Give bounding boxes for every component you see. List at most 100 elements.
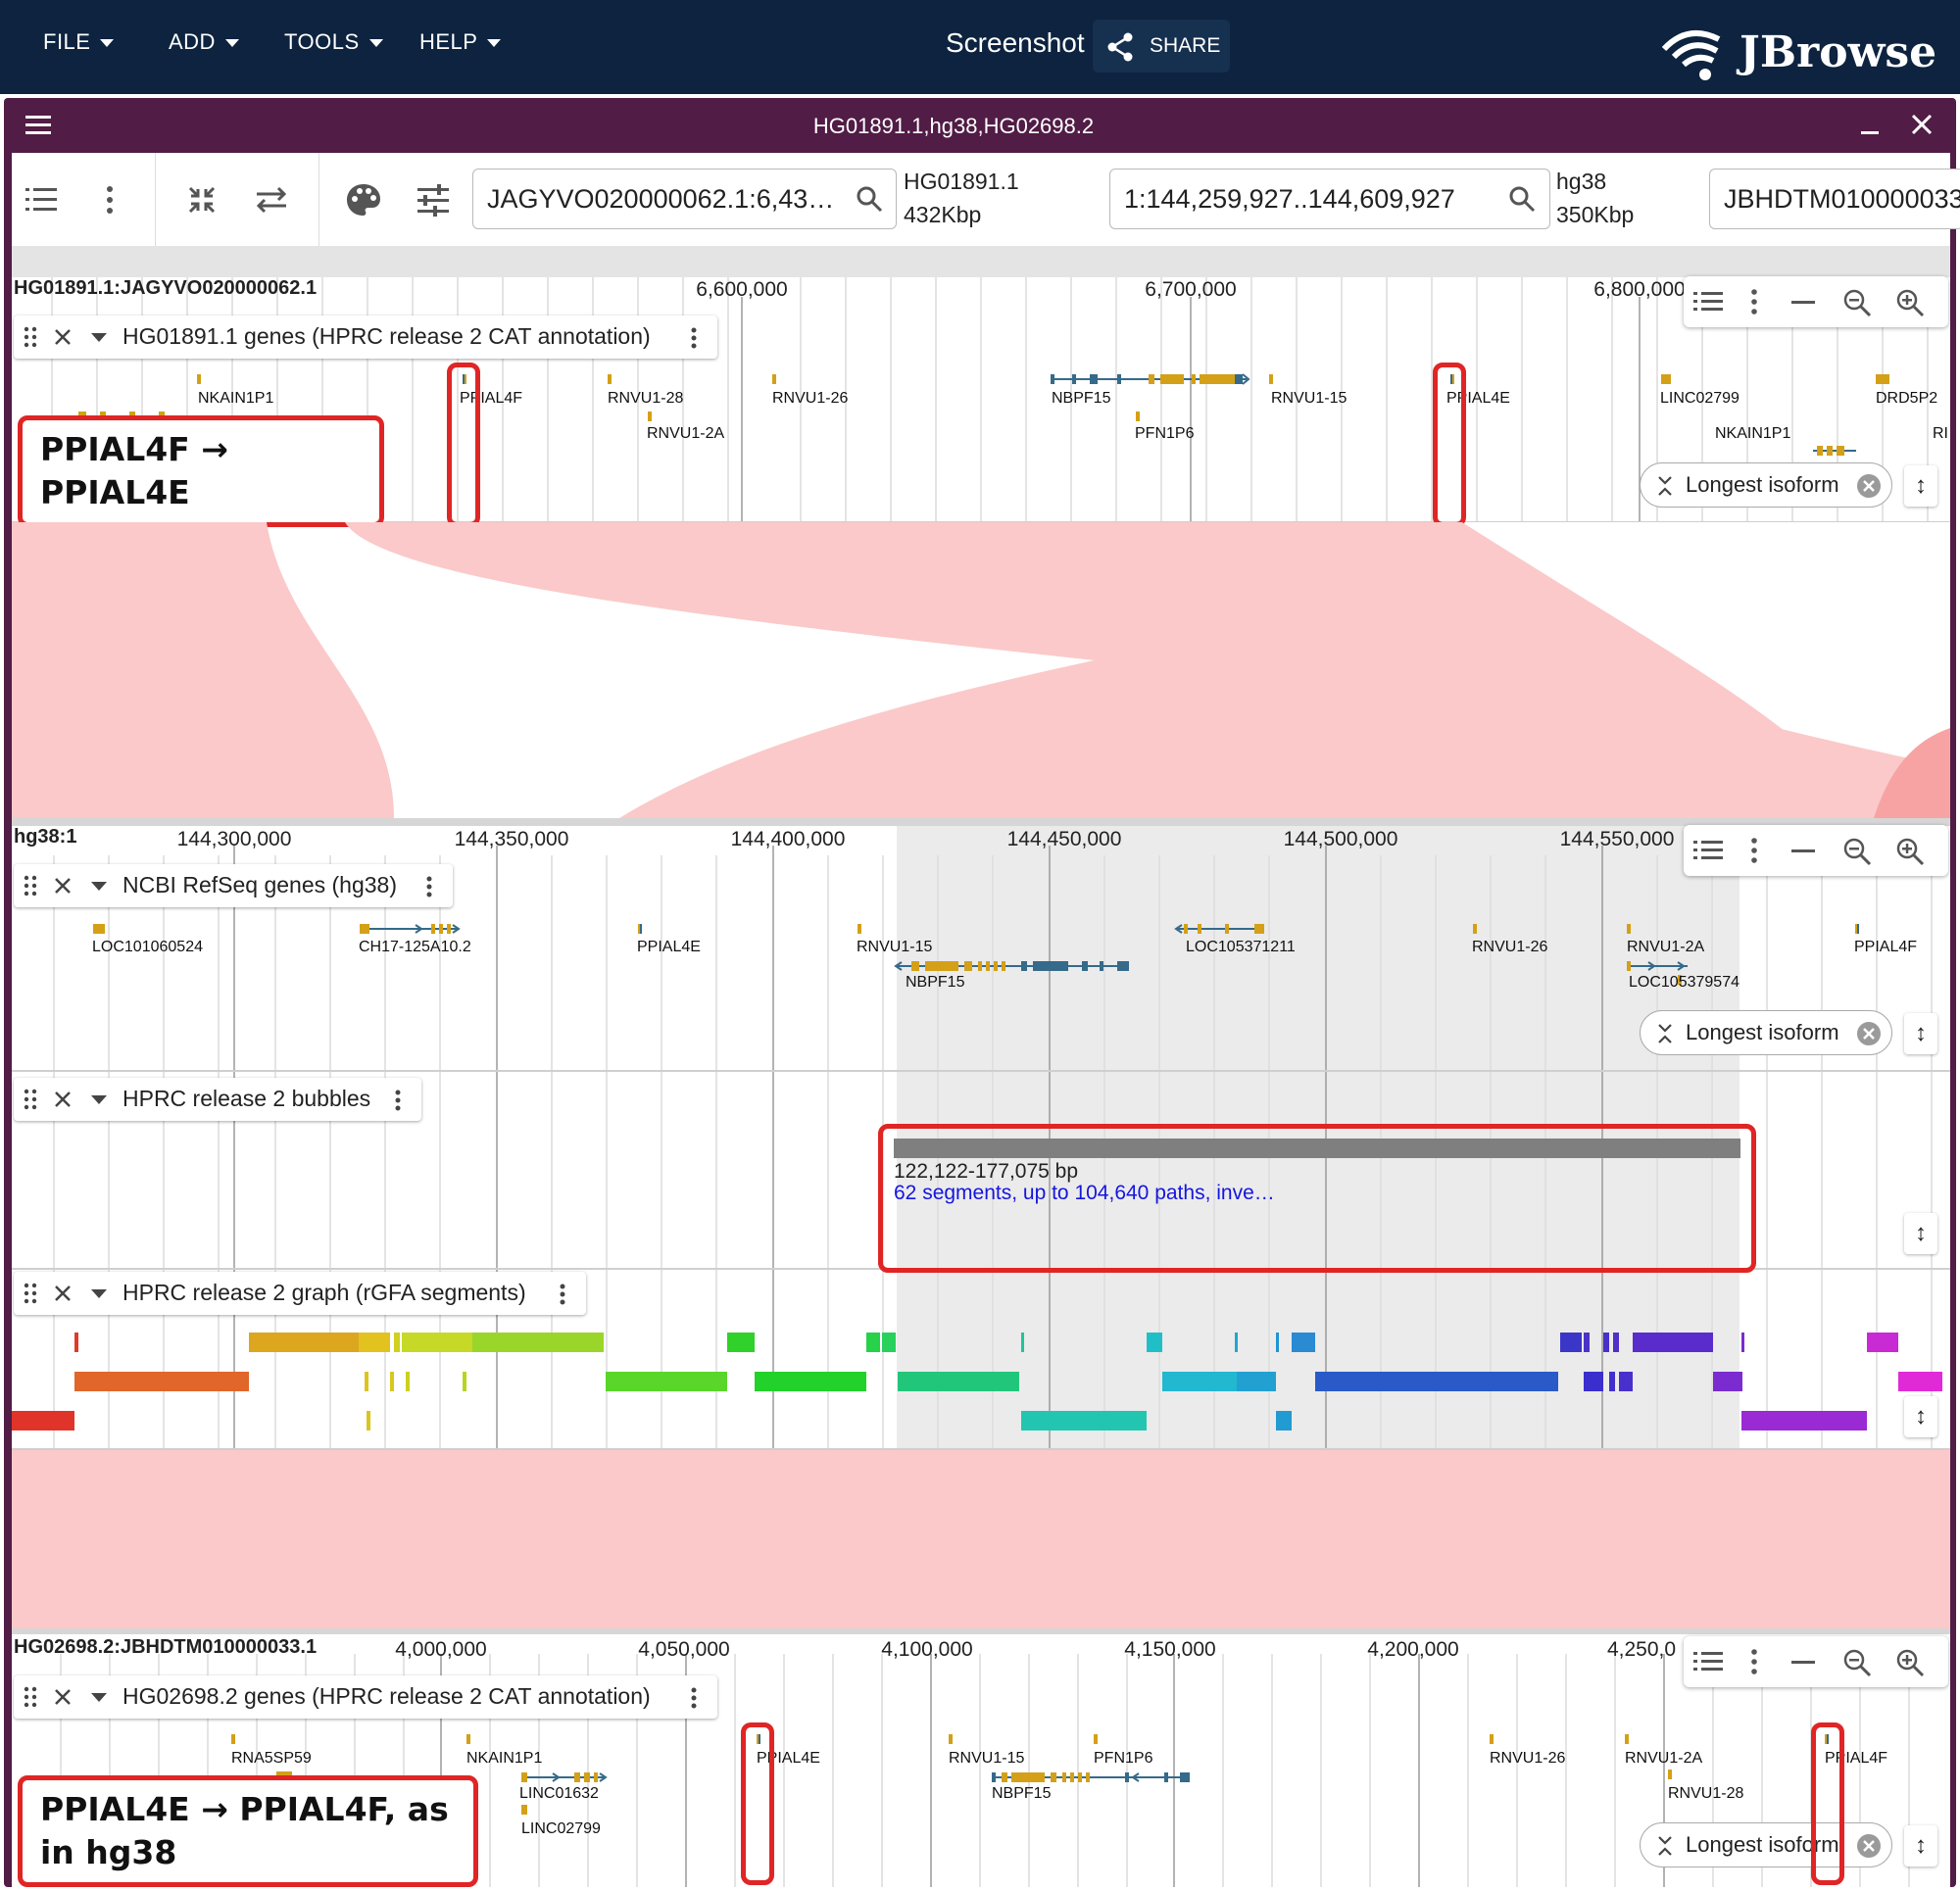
more-vert-icon[interactable] bbox=[423, 875, 435, 898]
menu-file-label: FILE bbox=[43, 29, 91, 54]
track-list-icon[interactable] bbox=[1693, 290, 1723, 314]
more-vert-icon[interactable] bbox=[557, 1283, 568, 1306]
longest-isoform-chip[interactable]: Longest isoform bbox=[1640, 1010, 1892, 1055]
menu-help[interactable]: HELP bbox=[419, 29, 502, 55]
gene-label: NKAIN1P1 bbox=[466, 1750, 543, 1767]
more-vert-icon[interactable] bbox=[100, 184, 120, 216]
zoom-out-icon[interactable] bbox=[1842, 837, 1872, 866]
tick-label: 4,000,000 bbox=[395, 1638, 487, 1661]
collapse-vertical-icon bbox=[1658, 1836, 1672, 1856]
resize-handle-icon[interactable]: ↕ bbox=[1904, 1825, 1937, 1867]
close-track-icon[interactable] bbox=[53, 1284, 73, 1303]
menu-tools-label: TOOLS bbox=[284, 29, 360, 54]
search-input-value: 1:144,259,927..144,609,927 bbox=[1124, 184, 1455, 214]
tune-icon[interactable] bbox=[416, 184, 451, 218]
gene-label: PPIAL4F bbox=[1854, 939, 1918, 955]
region-size: 350Kbp bbox=[1556, 202, 1635, 227]
chevron-down-icon[interactable] bbox=[90, 1094, 108, 1106]
drag-handle-icon[interactable] bbox=[24, 1089, 37, 1110]
close-track-icon[interactable] bbox=[53, 1090, 73, 1109]
menu-file[interactable]: FILE bbox=[43, 29, 115, 55]
gene-label: NBPF15 bbox=[1052, 390, 1111, 407]
track-name: HPRC release 2 bubbles bbox=[122, 1086, 371, 1111]
longest-isoform-chip[interactable]: Longest isoform bbox=[1640, 1822, 1892, 1867]
more-vert-icon[interactable] bbox=[688, 1686, 700, 1710]
jbrowse-logo-icon bbox=[1661, 30, 1721, 80]
track-header-hg01891-genes: HG01891.1 genes (HPRC release 2 CAT anno… bbox=[14, 315, 717, 359]
chevron-down-icon bbox=[224, 39, 239, 48]
search-input-hg02698[interactable]: JBHDTM010000033 bbox=[1709, 169, 1960, 229]
search-icon[interactable] bbox=[855, 184, 884, 214]
chevron-down-icon[interactable] bbox=[90, 1692, 108, 1704]
close-icon[interactable] bbox=[1909, 112, 1935, 137]
resize-handle-icon[interactable]: ↕ bbox=[1904, 1396, 1937, 1437]
search-input-hg38[interactable]: 1:144,259,927..144,609,927 bbox=[1109, 169, 1550, 229]
drag-handle-icon[interactable] bbox=[24, 1686, 37, 1708]
drag-handle-icon[interactable] bbox=[24, 1283, 37, 1304]
zoom-in-icon[interactable] bbox=[1895, 1648, 1925, 1677]
minimize-panel-icon[interactable] bbox=[1791, 849, 1815, 854]
clear-icon[interactable] bbox=[1856, 1833, 1882, 1859]
zoom-out-icon[interactable] bbox=[1842, 288, 1872, 317]
track-list-icon[interactable] bbox=[1693, 839, 1723, 862]
more-vert-icon[interactable] bbox=[392, 1089, 404, 1112]
view-title: HG01891.1,hg38,HG02698.2 bbox=[812, 114, 1095, 138]
search-input-hg01891[interactable]: JAGYVO020000062.1:6,43… bbox=[472, 169, 897, 229]
close-track-icon[interactable] bbox=[53, 876, 73, 896]
chevron-down-icon[interactable] bbox=[90, 1288, 108, 1300]
zoom-in-icon[interactable] bbox=[1895, 837, 1925, 866]
clear-icon[interactable] bbox=[1856, 1021, 1882, 1046]
minimize-panel-icon[interactable] bbox=[1791, 300, 1815, 306]
share-button[interactable]: SHARE bbox=[1093, 20, 1230, 73]
drag-handle-icon[interactable] bbox=[24, 875, 37, 897]
track-list-icon[interactable] bbox=[1693, 1650, 1723, 1673]
gene-label: NBPF15 bbox=[906, 974, 965, 991]
minimize-panel-icon[interactable] bbox=[1791, 1660, 1815, 1666]
zoom-in-icon[interactable] bbox=[1895, 288, 1925, 317]
chevron-down-icon bbox=[487, 39, 502, 48]
zoom-out-icon[interactable] bbox=[1842, 1648, 1872, 1677]
highlight-bubble bbox=[878, 1124, 1756, 1273]
more-vert-icon[interactable] bbox=[688, 326, 700, 350]
minimize-icon[interactable] bbox=[1858, 114, 1882, 137]
search-input-value: JAGYVO020000062.1:6,43… bbox=[487, 184, 835, 214]
toolbar-divider bbox=[318, 153, 319, 246]
collapse-icon[interactable] bbox=[186, 184, 218, 216]
clear-icon[interactable] bbox=[1856, 473, 1882, 499]
gene-label: RNVU1-26 bbox=[1490, 1750, 1566, 1767]
close-track-icon[interactable] bbox=[53, 1687, 73, 1707]
track-name: HPRC release 2 graph (rGFA segments) bbox=[122, 1280, 526, 1305]
gene-label: RNVU1-26 bbox=[772, 390, 849, 407]
tick-label: 4,050,000 bbox=[638, 1638, 730, 1661]
drag-handle-icon[interactable] bbox=[24, 326, 37, 348]
close-track-icon[interactable] bbox=[53, 327, 73, 347]
isoform-label: Longest isoform bbox=[1686, 472, 1839, 497]
tick-label: 6,600,000 bbox=[696, 278, 788, 301]
synteny-ribbons-bottom bbox=[12, 1450, 1950, 1634]
menu-tools[interactable]: TOOLS bbox=[284, 29, 383, 55]
share-icon bbox=[1107, 32, 1133, 62]
highlight-ppial4e-bottom bbox=[741, 1722, 774, 1885]
resize-handle-icon[interactable]: ↕ bbox=[1904, 465, 1937, 507]
chevron-down-icon[interactable] bbox=[90, 332, 108, 344]
more-vert-icon[interactable] bbox=[1748, 837, 1760, 864]
gene-label: RNVU1-28 bbox=[1668, 1785, 1744, 1802]
palette-icon[interactable] bbox=[345, 182, 382, 218]
track-header-bubbles: HPRC release 2 bubbles bbox=[14, 1078, 421, 1121]
gene-label: DRD5P2 bbox=[1876, 390, 1938, 407]
search-icon[interactable] bbox=[1507, 184, 1537, 214]
more-vert-icon[interactable] bbox=[1748, 1648, 1760, 1675]
longest-isoform-chip[interactable]: Longest isoform bbox=[1640, 462, 1892, 508]
gene-label: LINC02799 bbox=[521, 1820, 601, 1837]
track-list-icon[interactable] bbox=[25, 186, 59, 214]
tick-label: 6,800,000 bbox=[1593, 278, 1686, 301]
resize-handle-icon[interactable]: ↕ bbox=[1904, 1213, 1937, 1254]
chevron-down-icon[interactable] bbox=[90, 881, 108, 893]
resize-handle-icon[interactable]: ↕ bbox=[1904, 1013, 1937, 1054]
middle-panel-controls bbox=[1684, 825, 1948, 876]
swap-icon[interactable] bbox=[255, 186, 288, 214]
chevron-down-icon bbox=[368, 39, 383, 48]
tick-label: 4,150,000 bbox=[1124, 1638, 1216, 1661]
menu-add[interactable]: ADD bbox=[169, 29, 239, 55]
more-vert-icon[interactable] bbox=[1748, 288, 1760, 315]
